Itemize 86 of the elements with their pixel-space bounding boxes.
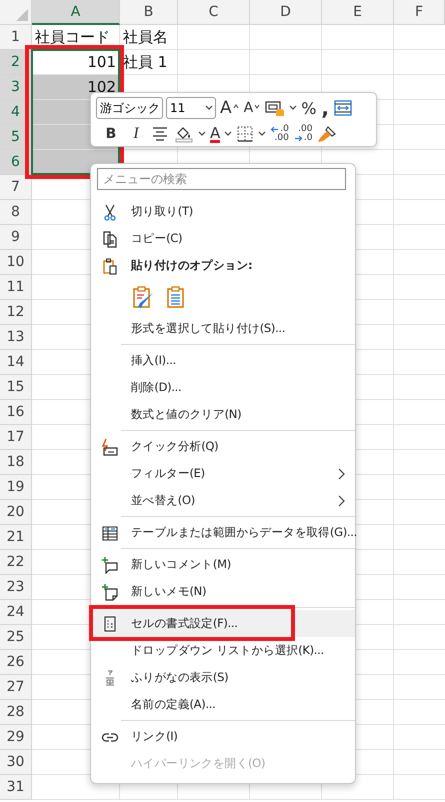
row-header[interactable]: 8 <box>0 200 32 225</box>
menu-item[interactable]: ドロップダウン リストから選択(K)... <box>91 637 355 664</box>
menu-item[interactable]: テーブルまたは範囲からデータを取得(G)... <box>91 519 355 546</box>
row-header[interactable]: 20 <box>0 500 32 525</box>
menu-item[interactable]: 新しいコメント(M) <box>91 551 355 578</box>
row-header[interactable]: 11 <box>0 275 32 300</box>
comment-add-icon <box>101 556 119 574</box>
border-grid-icon <box>236 125 254 143</box>
row-header[interactable]: 10 <box>0 250 32 275</box>
row-header[interactable]: 15 <box>0 375 32 400</box>
menu-item[interactable]: 削除(D)... <box>91 374 355 401</box>
row-header[interactable]: 29 <box>0 725 32 750</box>
row-header[interactable]: 21 <box>0 525 32 550</box>
row-header[interactable]: 25 <box>0 625 32 650</box>
font-size-dropdown[interactable]: 11 <box>166 97 216 119</box>
menu-item[interactable]: コピー(C) <box>91 225 355 252</box>
row-header[interactable]: 23 <box>0 575 32 600</box>
comma-button[interactable]: , <box>320 96 330 120</box>
row-header[interactable]: 26 <box>0 650 32 675</box>
menu-item[interactable]: 数式と値のクリア(N) <box>91 401 355 428</box>
row-header[interactable]: 7 <box>0 175 32 200</box>
column-header[interactable]: E <box>322 0 394 25</box>
coins-icon <box>265 99 286 117</box>
bold-button[interactable]: B <box>100 122 122 146</box>
row-header[interactable]: 13 <box>0 325 32 350</box>
note-add-icon <box>101 583 119 601</box>
caret-icon[interactable] <box>224 131 232 137</box>
font-color-button[interactable]: A <box>209 122 222 146</box>
menu-item[interactable]: 並べ替え(O) <box>91 487 355 514</box>
triangle-icon <box>16 9 28 21</box>
search-field[interactable]: メニューの検索 <box>97 168 346 190</box>
row-header[interactable]: 24 <box>0 600 32 625</box>
grow-font-button[interactable]: A <box>219 96 240 120</box>
quick-analysis-icon <box>101 438 119 456</box>
column-header[interactable]: B <box>120 0 178 25</box>
paint-bucket-icon <box>174 125 194 143</box>
column-header[interactable]: A <box>32 0 120 25</box>
row-header[interactable]: 18 <box>0 450 32 475</box>
caret-icon[interactable] <box>198 131 206 137</box>
menu-item[interactable]: フィルター(E) <box>91 460 355 487</box>
caret-icon[interactable] <box>205 105 213 111</box>
row-header[interactable]: 14 <box>0 350 32 375</box>
clipboard-icon <box>101 257 119 275</box>
menu-item[interactable]: 新しいメモ(N) <box>91 578 355 605</box>
menu-item[interactable]: リンク(I) <box>91 723 355 750</box>
align-center-icon <box>151 126 169 142</box>
paintbrush-icon <box>317 125 338 143</box>
paste-formatting-icon[interactable] <box>131 285 155 309</box>
section-heading: 貼り付けのオプション: <box>91 252 355 279</box>
arrow-icon <box>294 135 303 142</box>
row-header[interactable]: 17 <box>0 425 32 450</box>
increase-decimal-button[interactable]: .0 .00 <box>269 122 290 146</box>
menu-item[interactable]: 名前の定義(A)... <box>91 691 355 718</box>
font-dropdown[interactable]: 游ゴシック <box>96 97 163 119</box>
column-header[interactable]: F <box>394 0 445 25</box>
table-cell[interactable]: 社員コード <box>32 25 119 49</box>
column-header[interactable]: D <box>250 0 322 25</box>
decrease-decimal-button[interactable]: .00 .0 <box>292 122 314 146</box>
row-header[interactable]: 16 <box>0 400 32 425</box>
row-header[interactable]: 31 <box>0 775 32 800</box>
menu-item[interactable]: ふりがなの表示(S) <box>91 664 355 691</box>
menu-item[interactable]: 形式を選択して貼り付け(S)... <box>91 315 355 342</box>
table-cell[interactable]: 社員名 <box>120 25 177 49</box>
table-cell[interactable]: 社員 1 <box>120 50 177 74</box>
row-header[interactable]: 22 <box>0 550 32 575</box>
menu-item[interactable]: 切り取り(T) <box>91 198 355 225</box>
row-header[interactable]: 27 <box>0 675 32 700</box>
caret-icon[interactable] <box>258 131 266 137</box>
menu-item[interactable]: クイック分析(Q) <box>91 433 355 460</box>
wrap-icon <box>334 99 352 117</box>
table-icon <box>101 524 119 542</box>
shrink-font-button[interactable]: A <box>242 96 262 120</box>
row-header[interactable]: 9 <box>0 225 32 250</box>
menu-item[interactable]: セルの書式設定(F)... <box>91 610 355 637</box>
italic-button[interactable]: I <box>125 122 147 146</box>
caret-icon[interactable] <box>289 105 298 111</box>
row-header[interactable]: 12 <box>0 300 32 325</box>
copy-icon <box>101 230 119 248</box>
row-header[interactable]: 1 <box>0 25 32 50</box>
arrow-icon <box>270 126 280 133</box>
menu-item[interactable]: 挿入(I)... <box>91 347 355 374</box>
row-header[interactable]: 19 <box>0 475 32 500</box>
column-header[interactable]: C <box>178 0 250 25</box>
row-header[interactable]: 30 <box>0 750 32 775</box>
percent-button[interactable]: % <box>300 96 318 120</box>
row-header[interactable]: 28 <box>0 700 32 725</box>
